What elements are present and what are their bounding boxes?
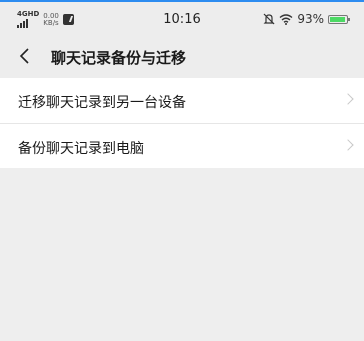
page-title: 聊天记录备份与迁移 bbox=[51, 49, 187, 67]
chevron-right-icon bbox=[342, 139, 354, 151]
battery-percent: 93% bbox=[297, 12, 324, 26]
status-bar-right: 93% bbox=[263, 12, 350, 26]
menu-list: 迁移聊天记录到另一台设备 备份聊天记录到电脑 bbox=[0, 78, 364, 168]
chevron-left-icon[interactable] bbox=[16, 46, 36, 66]
menu-item-label: 备份聊天记录到电脑 bbox=[18, 141, 144, 157]
menu-item-migrate[interactable]: 迁移聊天记录到另一台设备 bbox=[0, 78, 364, 123]
status-bar: 4GHD 0.00 KB/s 10:16 93% bbox=[0, 2, 364, 36]
battery-fill bbox=[330, 16, 345, 22]
menu-item-label: 迁移聊天记录到另一台设备 bbox=[18, 95, 186, 111]
menu-item-backup[interactable]: 备份聊天记录到电脑 bbox=[0, 123, 364, 168]
page-header: 聊天记录备份与迁移 bbox=[0, 36, 364, 78]
mute-icon bbox=[263, 13, 275, 25]
battery-icon bbox=[328, 14, 350, 24]
wifi-icon bbox=[279, 13, 293, 25]
chevron-right-icon bbox=[342, 93, 354, 105]
